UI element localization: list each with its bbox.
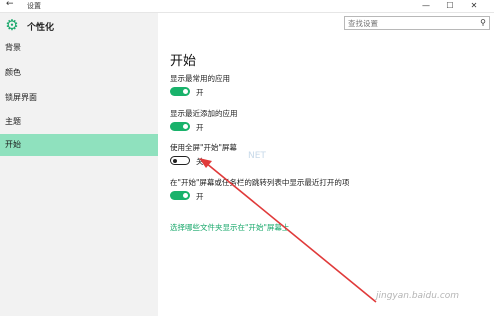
annotation-arrow (199, 158, 377, 303)
arrow-shaft (205, 162, 377, 303)
